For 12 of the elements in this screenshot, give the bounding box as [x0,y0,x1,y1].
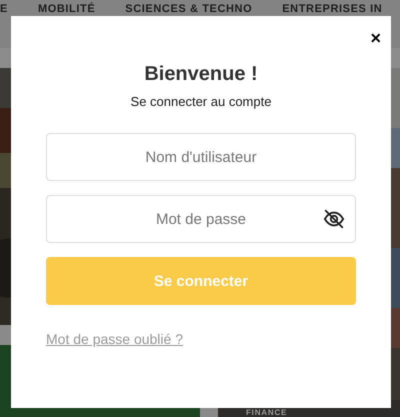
password-field[interactable]: Mot de passe [46,195,356,243]
nav-link[interactable]: ENTREPRISES IN [282,3,382,16]
username-field[interactable]: Nom d'utilisateur [46,133,356,181]
nav-link[interactable]: SCIENCES & TECHNO [125,3,252,16]
eye-slash-icon[interactable] [323,208,345,230]
section-label: FINANCE [246,408,288,417]
nav-link[interactable]: E [0,3,8,16]
dialog-subtitle: Se connecter au compte [130,94,272,110]
nav-link[interactable]: MOBILITÉ [38,3,96,16]
close-button[interactable]: × [370,30,381,46]
dialog-title: Bienvenue ! [143,62,259,86]
forgot-password-link[interactable]: Mot de passe oublié ? [46,331,183,347]
